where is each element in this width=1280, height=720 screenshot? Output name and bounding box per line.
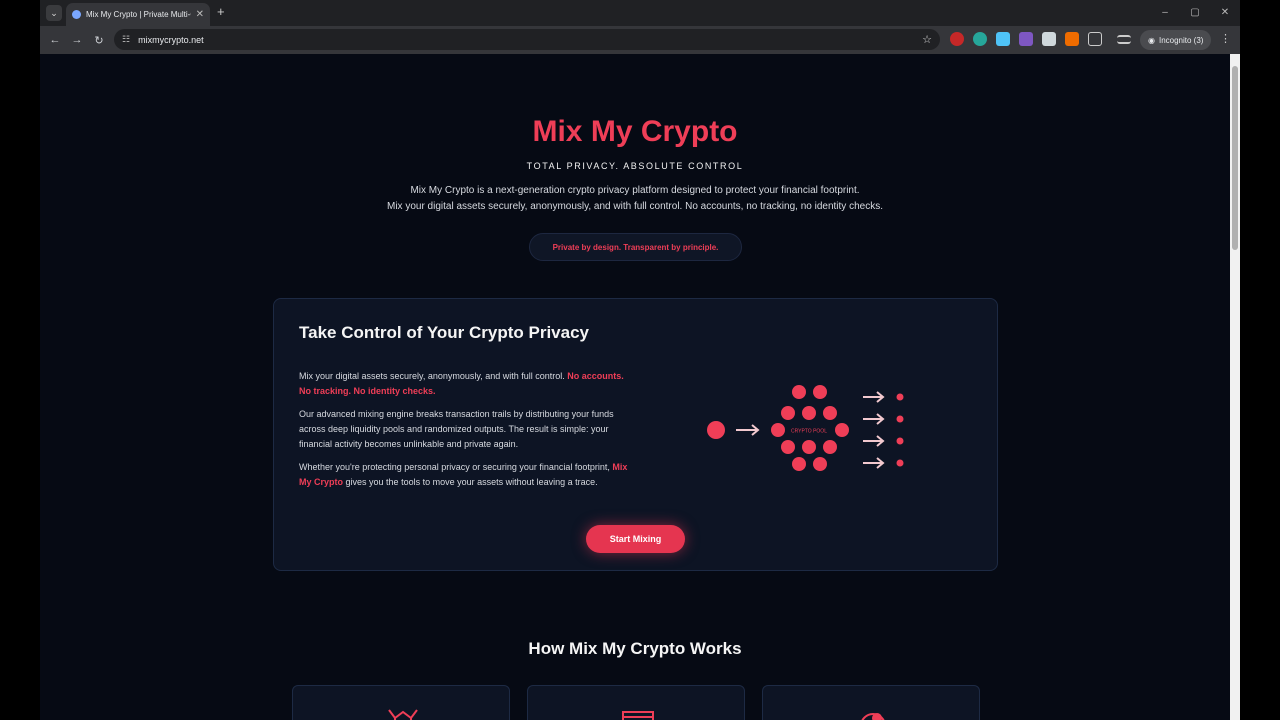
new-tab-button[interactable]: + [217,5,225,19]
principle-badge: Private by design. Transparent by princi… [529,233,742,261]
extension-purple-icon[interactable] [1019,32,1033,46]
page-content: Mix My Crypto TOTAL PRIVACY. ABSOLUTE CO… [40,54,1230,720]
extension-blue-icon[interactable] [996,32,1010,46]
hero-tagline: TOTAL PRIVACY. ABSOLUTE CONTROL [526,161,744,171]
tab-close-icon[interactable]: ✕ [196,9,204,20]
extensions-area [950,32,1131,46]
pool-coin [792,457,806,471]
tab-title: Mix My Crypto | Private Multi-C [86,10,191,19]
start-mixing-button[interactable]: Start Mixing [586,525,685,553]
incognito-label: Incognito (3) [1158,35,1204,45]
step-card-3 [762,685,980,720]
extension-red-icon[interactable] [950,32,964,46]
pool-coin [813,385,827,399]
reload-icon[interactable]: ↻ [88,34,110,47]
extension-teal-icon[interactable] [973,32,987,46]
window-controls: – ▢ ✕ [1150,0,1240,26]
p3-text-before: Whether you're protecting personal priva… [299,462,610,472]
page-title: Mix My Crypto [532,115,738,148]
page-scrollbar[interactable] [1230,54,1240,720]
pool-coin [813,457,827,471]
pool-coin [823,406,837,420]
pool-coin [823,440,837,454]
intro-line-1: Mix My Crypto is a next-generation crypt… [410,185,860,196]
card-text: Mix your digital assets securely, anonym… [299,369,629,498]
p3-text-after: gives you the tools to move your assets … [345,477,598,487]
step-card-2 [527,685,745,720]
step-card-1 [292,685,510,720]
p1-text: Mix your digital assets securely, anonym… [299,371,565,381]
bookmark-star-icon[interactable]: ☆ [922,33,932,46]
tab-search-button[interactable]: ⌄ [46,5,62,21]
browser-toolbar: ← → ↻ ☷ mixmycrypto.net ☆ ◉ Incognito (3… [40,26,1240,54]
output-coin [896,459,904,467]
extension-gray-icon[interactable] [1042,32,1056,46]
input-coin-icon [707,421,725,439]
tab-bar: ⌄ Mix My Crypto | Private Multi-C ✕ + – … [40,0,1240,26]
hero-intro: Mix My Crypto is a next-generation crypt… [40,183,1230,215]
crypto-pool-diagram: CRYPTO POOL [707,385,904,471]
card-paragraph-3: Whether you're protecting personal priva… [299,460,629,490]
output-coin [896,437,904,445]
section-title: How Mix My Crypto Works [528,639,742,658]
pool-coin [792,385,806,399]
pool-coin [835,423,849,437]
arrow-out-icon [863,413,885,425]
arrow-out-icon [863,435,885,447]
arrow-out-icon [863,457,885,469]
intro-line-2: Mix your digital assets securely, anonym… [387,201,883,212]
site-favicon-icon [72,10,81,19]
network-icon [388,709,418,720]
extension-fox-icon[interactable] [1065,32,1079,46]
scrollbar-thumb[interactable] [1232,66,1238,250]
pool-coin [781,440,795,454]
back-icon[interactable]: ← [44,34,66,46]
card-paragraph-1: Mix your digital assets securely, anonym… [299,369,629,399]
pool-coin [771,423,785,437]
pool-coin [781,406,795,420]
arrow-out-icon [863,391,885,403]
globe-icon [861,713,885,720]
site-info-icon[interactable]: ☷ [122,34,130,45]
browser-window: ⌄ Mix My Crypto | Private Multi-C ✕ + – … [40,0,1240,720]
card-title: Take Control of Your Crypto Privacy [299,323,590,342]
close-window-button[interactable]: ✕ [1210,0,1240,26]
minimize-button[interactable]: – [1150,0,1180,26]
pool-coin [802,440,816,454]
address-bar[interactable]: ☷ mixmycrypto.net ☆ [114,29,940,50]
arrow-in-icon [736,424,760,436]
pool-coin [802,406,816,420]
card-paragraph-2: Our advanced mixing engine breaks transa… [299,409,614,449]
output-coin [896,415,904,423]
browser-window-icon [622,711,654,720]
incognito-badge[interactable]: ◉ Incognito (3) [1140,30,1212,50]
privacy-card: Take Control of Your Crypto Privacy Mix … [273,298,998,571]
pool-label: CRYPTO POOL [791,429,827,435]
reading-list-icon[interactable] [1117,34,1131,44]
restore-button[interactable]: ▢ [1180,0,1210,26]
browser-tab[interactable]: Mix My Crypto | Private Multi-C ✕ [66,3,210,26]
extensions-puzzle-icon[interactable] [1088,32,1102,46]
output-coin [896,393,904,401]
browser-menu-icon[interactable]: ⋮ [1220,32,1231,45]
forward-icon[interactable]: → [66,34,88,46]
url-text[interactable]: mixmycrypto.net [138,35,922,45]
incognito-icon: ◉ [1148,35,1155,45]
